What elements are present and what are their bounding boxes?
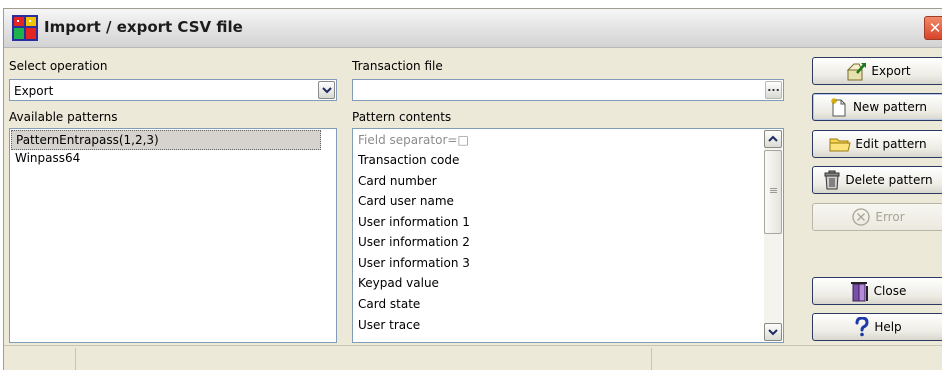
new-pattern-label: New pattern bbox=[852, 100, 928, 114]
content-item[interactable]: User trace bbox=[354, 316, 420, 336]
new-document-icon bbox=[830, 98, 846, 117]
content-item[interactable]: Transaction code bbox=[354, 151, 459, 171]
transaction-file-input[interactable]: ... bbox=[352, 79, 784, 101]
edit-pattern-button[interactable]: Edit pattern bbox=[812, 130, 942, 158]
content-item[interactable]: User information 3 bbox=[354, 254, 470, 274]
error-circle-icon bbox=[852, 208, 871, 226]
operation-dropdown-button[interactable] bbox=[318, 81, 335, 99]
content-item[interactable]: Card user name bbox=[354, 192, 454, 212]
pattern-item[interactable]: Winpass64 bbox=[11, 149, 321, 169]
pattern-contents-label: Pattern contents bbox=[352, 110, 452, 124]
error-label: Error bbox=[875, 210, 905, 224]
operation-select[interactable]: Export bbox=[9, 79, 337, 101]
chevron-down-icon bbox=[322, 87, 332, 94]
content-item[interactable]: Field separator=□ bbox=[354, 131, 469, 151]
browse-file-button[interactable]: ... bbox=[765, 81, 782, 99]
export-icon bbox=[847, 63, 867, 81]
content-item[interactable]: Keypad value bbox=[354, 274, 439, 294]
grip-icon bbox=[770, 188, 777, 189]
title-bar[interactable]: Import / export CSV file ✕ bbox=[4, 9, 942, 48]
help-label: Help bbox=[874, 320, 902, 334]
contents-scrollbar[interactable] bbox=[764, 130, 782, 341]
patterns-list[interactable]: PatternEntrapass(1,2,3) Winpass64 bbox=[9, 128, 337, 343]
export-button[interactable]: Export bbox=[812, 57, 942, 85]
edit-pattern-label: Edit pattern bbox=[855, 137, 927, 151]
status-bar bbox=[4, 345, 942, 370]
app-icon bbox=[12, 15, 38, 41]
window-title: Import / export CSV file bbox=[44, 18, 243, 36]
pattern-item[interactable]: PatternEntrapass(1,2,3) bbox=[11, 130, 321, 150]
chevron-up-icon bbox=[768, 135, 778, 142]
scroll-thumb[interactable] bbox=[764, 150, 782, 234]
trash-icon bbox=[824, 170, 840, 190]
delete-pattern-button[interactable]: Delete pattern bbox=[812, 166, 942, 194]
window-close-button[interactable]: ✕ bbox=[924, 16, 942, 40]
delete-pattern-label: Delete pattern bbox=[845, 173, 933, 187]
content-item[interactable]: Card number bbox=[354, 172, 437, 192]
question-icon bbox=[855, 317, 869, 337]
dialog-window: Import / export CSV file ✕ Select operat… bbox=[3, 8, 942, 370]
status-pane bbox=[4, 348, 76, 370]
close-x-icon: ✕ bbox=[928, 19, 942, 37]
chevron-down-icon bbox=[768, 329, 778, 336]
select-operation-label: Select operation bbox=[9, 59, 108, 73]
new-pattern-button[interactable]: New pattern bbox=[812, 93, 942, 121]
error-button[interactable]: Error bbox=[812, 203, 942, 231]
available-patterns-label: Available patterns bbox=[9, 110, 118, 124]
close-label: Close bbox=[873, 284, 907, 298]
operation-selected-value: Export bbox=[14, 84, 54, 98]
scroll-down-button[interactable] bbox=[764, 323, 782, 341]
folder-icon bbox=[829, 138, 852, 152]
help-button[interactable]: Help bbox=[812, 313, 942, 341]
scroll-up-button[interactable] bbox=[764, 130, 782, 148]
transaction-file-label: Transaction file bbox=[352, 59, 443, 73]
export-label: Export bbox=[871, 64, 911, 78]
content-item[interactable]: Card state bbox=[354, 295, 420, 315]
close-button[interactable]: Close bbox=[812, 277, 942, 305]
content-item[interactable]: User information 2 bbox=[354, 233, 470, 253]
content-item[interactable]: User information 1 bbox=[354, 213, 470, 233]
status-pane bbox=[76, 348, 652, 370]
pattern-contents-list[interactable]: Field separator=□ Transaction code Card … bbox=[352, 128, 784, 343]
door-exit-icon bbox=[850, 282, 868, 302]
